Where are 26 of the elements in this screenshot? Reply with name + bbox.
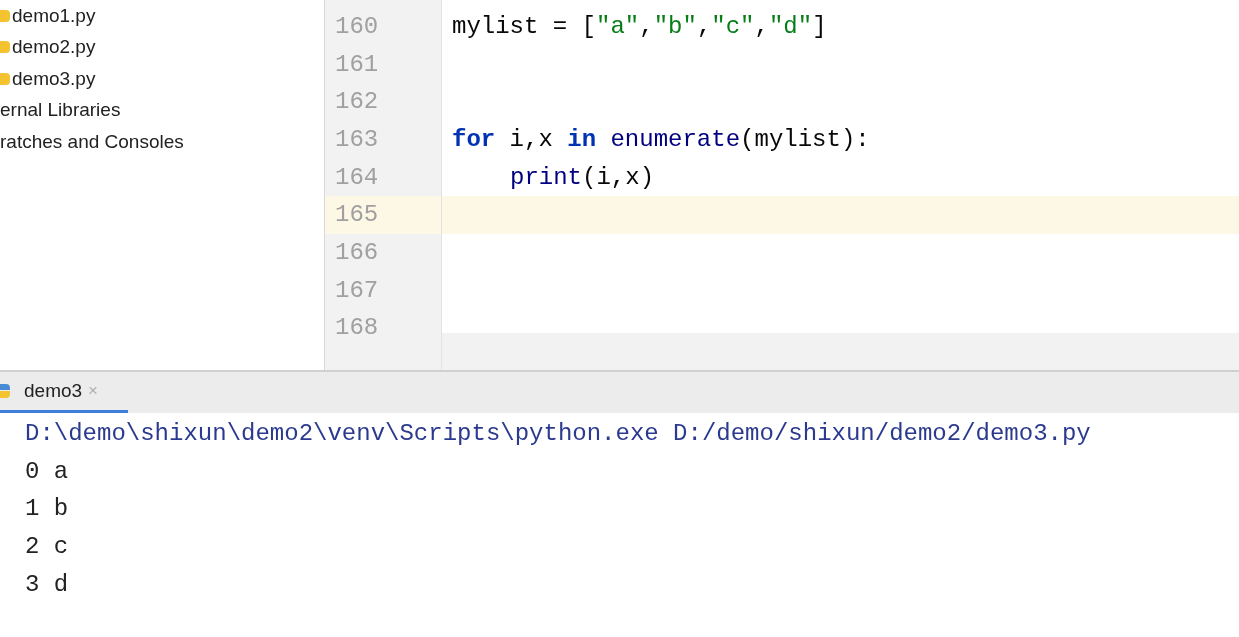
line-number: 166 [335,237,379,268]
tree-item[interactable]: demo2.py [12,33,96,62]
line-number: 161 [335,49,379,80]
code-line: for i,x in enumerate(mylist): [452,124,870,155]
line-number: 160 [335,11,379,42]
code-line: print(i,x) [509,162,655,193]
python-file-icon [0,39,10,56]
tree-item[interactable]: demo3.py [12,64,96,93]
python-file-icon [0,70,10,87]
tree-item[interactable]: ernal Libraries [0,96,121,125]
output-line: 2 c [25,531,69,562]
python-file-icon [0,7,10,24]
line-number: 165 [335,200,379,231]
line-number: 167 [335,275,379,306]
output-line: 1 b [25,494,69,525]
line-number: 168 [335,313,379,344]
output-line: 3 d [25,569,69,600]
tree-item[interactable]: demo1.py [12,1,96,30]
command-line: D:\demo\shixun\demo2\venv\Scripts\python.exe D:/demo/shixun/demo2/demo3.py [25,418,1091,449]
line-number: 163 [335,124,379,155]
line-number: 164 [335,162,379,193]
line-number: 162 [335,87,379,118]
python-icon [0,382,12,400]
tree-item[interactable]: ratches and Consoles [0,127,184,156]
output-line: 0 a [25,456,69,487]
code-line: mylist = ["a","b","c","d"] [452,11,827,42]
